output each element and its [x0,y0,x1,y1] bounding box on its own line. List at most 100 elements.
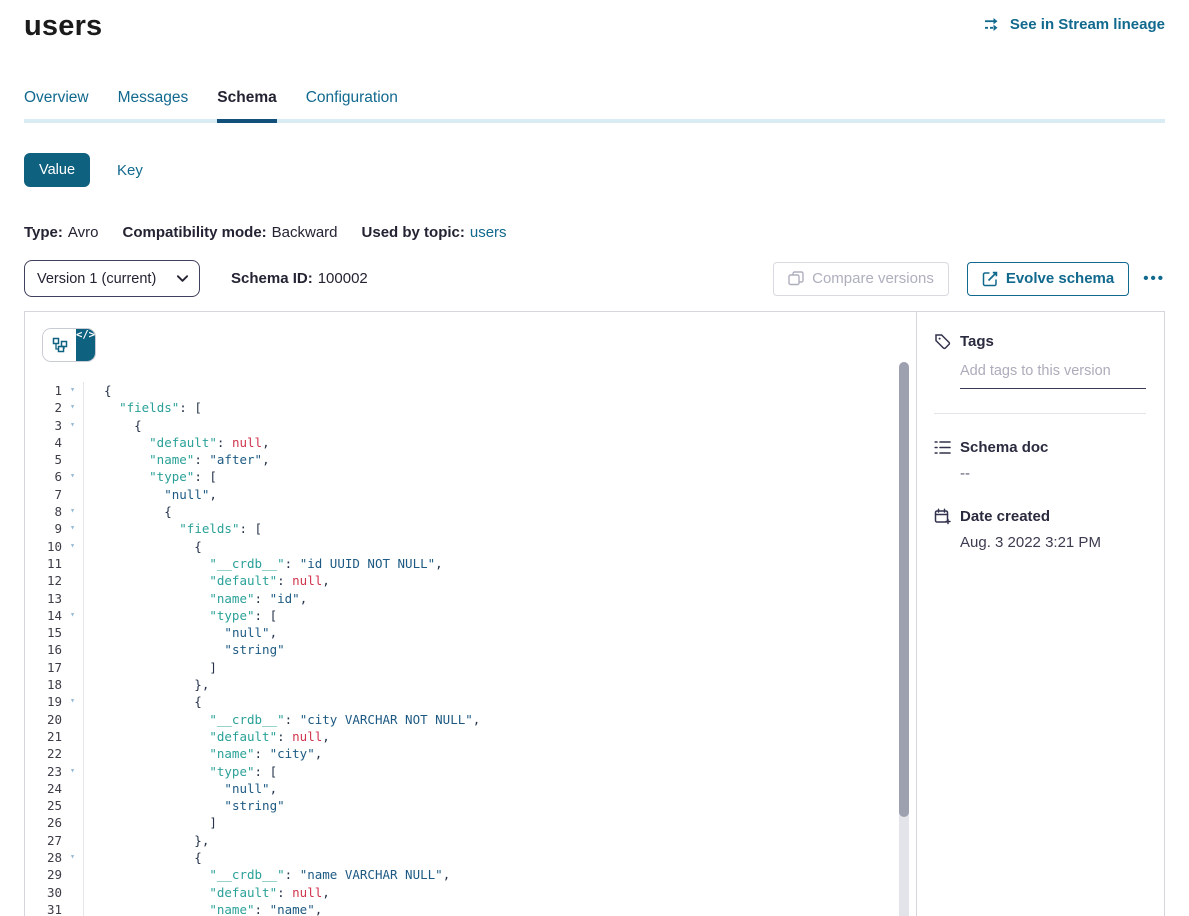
schema-doc-title: Schema doc [960,439,1048,456]
schema-id-label: Schema ID: [231,270,313,287]
line-number: 24 [25,780,62,797]
fold-spacer [62,780,83,797]
line-number: 27 [25,832,62,849]
topic-link-users[interactable]: users [470,224,507,241]
fold-toggle-icon[interactable]: ▾ [62,763,83,780]
editor-scrollbar-thumb[interactable] [899,362,909,817]
fold-spacer [62,451,83,468]
code-line: 2▾ "fields": [ [25,399,916,416]
code-text: "name": "after", [83,451,270,468]
code-text: "name": "name", [83,901,322,916]
fold-toggle-icon[interactable]: ▾ [62,399,83,416]
line-number: 22 [25,745,62,762]
code-text: { [83,382,112,399]
tab-schema[interactable]: Schema [217,89,276,119]
fold-toggle-icon[interactable]: ▾ [62,417,83,434]
schema-controls-row: Version 1 (current) Schema ID:100002 Com… [24,260,1165,297]
list-icon [934,440,951,455]
line-number: 19 [25,693,62,710]
line-number: 17 [25,659,62,676]
line-number: 26 [25,814,62,831]
tree-view-button[interactable] [43,329,76,361]
line-number: 10 [25,538,62,555]
code-line: 18 }, [25,676,916,693]
more-actions-button[interactable]: ••• [1143,271,1165,286]
compare-versions-icon [788,271,804,286]
line-number: 11 [25,555,62,572]
add-tags-input[interactable] [960,363,1146,389]
code-view-button[interactable]: </> [76,329,95,361]
fold-toggle-icon[interactable]: ▾ [62,693,83,710]
type-value: Avro [68,224,99,241]
compare-versions-button[interactable]: Compare versions [773,262,949,296]
used-by-topic-label: Used by topic: [362,224,465,241]
line-number: 21 [25,728,62,745]
code-line: 1▾{ [25,382,916,399]
line-number: 29 [25,866,62,883]
used-by-topic-field: Used by topic: users [362,224,507,241]
see-in-stream-lineage-link[interactable]: See in Stream lineage [984,16,1165,33]
page-header: users See in Stream lineage [24,0,1165,43]
editor-scrollbar-track[interactable] [899,362,909,916]
tags-section: Tags [934,333,1148,389]
fold-spacer [62,901,83,916]
fold-spacer [62,745,83,762]
code-line: 13 "name": "id", [25,590,916,607]
code-line: 29 "__crdb__": "name VARCHAR NULL", [25,866,916,883]
code-text: }, [83,676,209,693]
code-line: 5 "name": "after", [25,451,916,468]
evolve-schema-button[interactable]: Evolve schema [967,262,1129,296]
fold-spacer [62,797,83,814]
edit-schema-icon [982,271,998,287]
type-label: Type: [24,224,63,241]
tab-configuration[interactable]: Configuration [306,89,398,119]
code-line: 6▾ "type": [ [25,468,916,485]
fold-toggle-icon[interactable]: ▾ [62,607,83,624]
tab-overview[interactable]: Overview [24,89,89,119]
code-text: "default": null, [83,434,270,451]
fold-toggle-icon[interactable]: ▾ [62,503,83,520]
value-toggle-button[interactable]: Value [24,153,90,187]
line-number: 15 [25,624,62,641]
fold-spacer [62,434,83,451]
tab-messages[interactable]: Messages [118,89,189,119]
tab-underline-track [24,119,1165,123]
evolve-schema-label: Evolve schema [1006,270,1114,287]
code-text: }, [83,832,209,849]
code-text: { [83,849,202,866]
line-number: 5 [25,451,62,468]
key-toggle-button[interactable]: Key [117,162,143,179]
code-lines: 1▾{2▾ "fields": [3▾ {4 "default": null,5… [25,382,916,916]
code-text: "__crdb__": "name VARCHAR NULL", [83,866,450,883]
code-text: "__crdb__": "id UUID NOT NULL", [83,555,443,572]
line-number: 9 [25,520,62,537]
code-text: "default": null, [83,728,330,745]
code-text: "string" [83,797,285,814]
fold-spacer [62,676,83,693]
code-line: 21 "default": null, [25,728,916,745]
code-line: 22 "name": "city", [25,745,916,762]
version-select[interactable]: Version 1 (current) [24,260,200,297]
tag-icon [934,333,951,350]
code-line: 14▾ "type": [ [25,607,916,624]
schema-page: users See in Stream lineage Overview Mes… [0,0,1189,916]
code-line: 20 "__crdb__": "city VARCHAR NOT NULL", [25,711,916,728]
line-number: 28 [25,849,62,866]
line-number: 8 [25,503,62,520]
line-number: 3 [25,417,62,434]
code-text: "default": null, [83,884,330,901]
compatibility-label: Compatibility mode: [122,224,266,241]
fold-toggle-icon[interactable]: ▾ [62,849,83,866]
fold-toggle-icon[interactable]: ▾ [62,382,83,399]
date-created-title: Date created [960,508,1050,525]
fold-toggle-icon[interactable]: ▾ [62,538,83,555]
fold-toggle-icon[interactable]: ▾ [62,520,83,537]
fold-toggle-icon[interactable]: ▾ [62,468,83,485]
code-line: 7 "null", [25,486,916,503]
version-select-wrap: Version 1 (current) [24,260,200,297]
line-number: 20 [25,711,62,728]
code-text: { [83,538,202,555]
schema-view-toggle: </> [43,329,95,361]
code-line: 27 }, [25,832,916,849]
fold-spacer [62,814,83,831]
